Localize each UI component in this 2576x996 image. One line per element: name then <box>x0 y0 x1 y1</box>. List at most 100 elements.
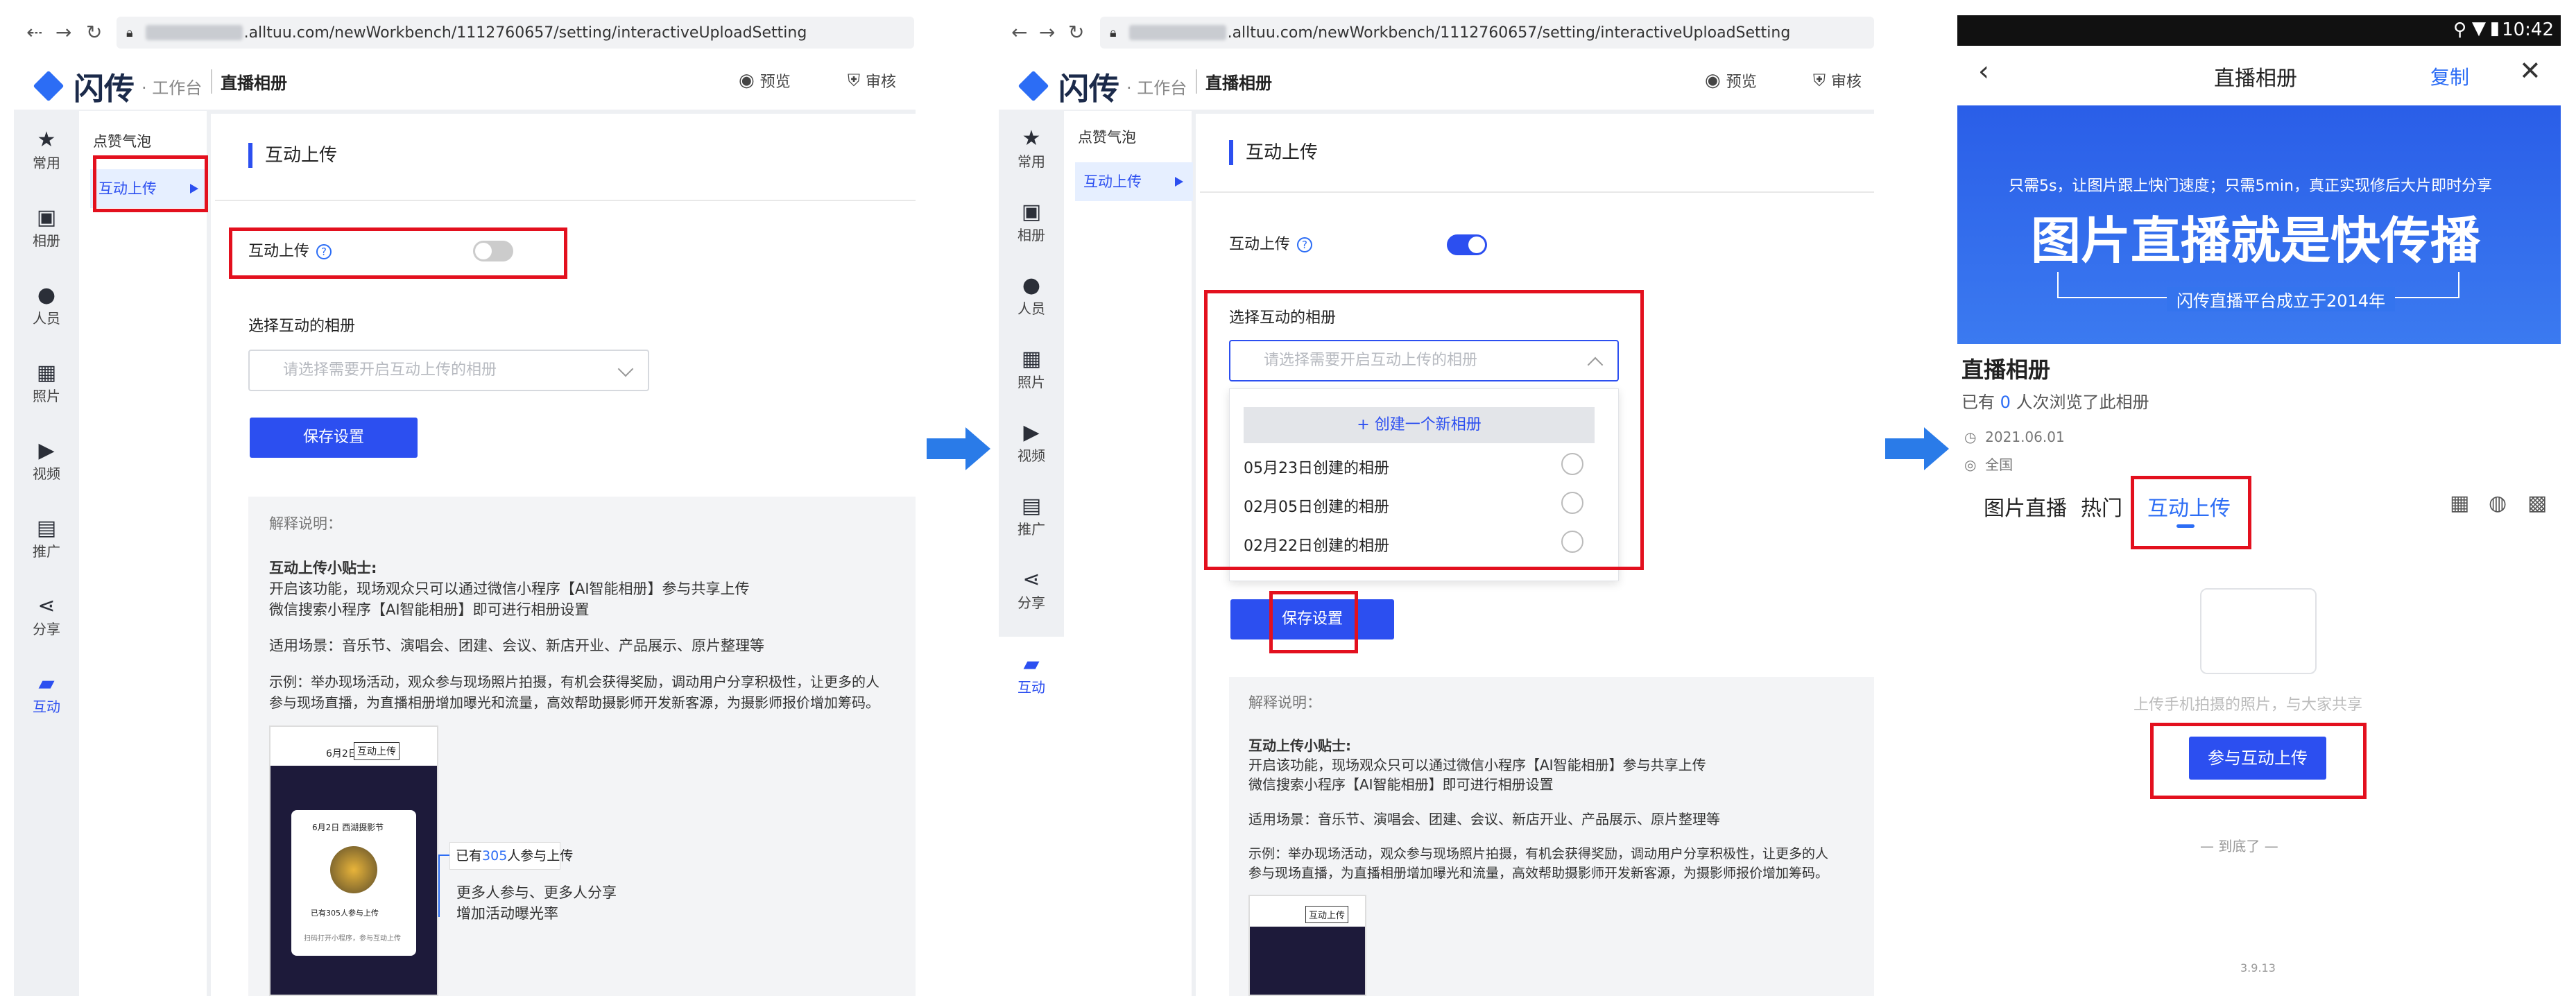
select-label: 选择互动的相册 <box>248 318 356 335</box>
rail-item-common[interactable]: ★ 常用 <box>999 126 1064 171</box>
video-icon: ▶ <box>38 438 55 463</box>
album-select[interactable]: 请选择需要开启互动上传的相册 <box>1229 340 1619 381</box>
toggle-label: 互动上传? <box>1229 232 1313 254</box>
image-icon: ▣ <box>1021 200 1042 224</box>
rail-item-album[interactable]: ▣ 相册 <box>999 200 1064 244</box>
qrcode-icon[interactable]: ▦ <box>2450 491 2469 515</box>
rail-item-common[interactable]: ★ 常用 <box>14 128 79 172</box>
url-redacted <box>1128 25 1226 40</box>
album-dropdown: + 创建一个新相册 05月23日创建的相册 02月05日创建的相册 02月22日… <box>1229 388 1619 581</box>
toggle-knob <box>1468 237 1485 253</box>
app-title: 直播相册 <box>1196 69 1272 94</box>
person-icon: ● <box>37 283 56 307</box>
chevron-down-icon <box>617 361 634 377</box>
back-arrow-icon[interactable]: ⇠ <box>26 21 42 44</box>
address-bar[interactable]: 🔒︎ .alltuu.com/newWorkbench/1112760657/s… <box>117 17 914 49</box>
rail-item-photos[interactable]: ▦ 照片 <box>999 347 1064 391</box>
join-upload-button[interactable]: 参与互动上传 <box>2189 737 2326 780</box>
grid-icon[interactable]: ▩ <box>2527 491 2547 515</box>
rail-item-promote[interactable]: ▤ 推广 <box>999 494 1064 538</box>
back-arrow-icon[interactable]: ← <box>1011 21 1027 44</box>
interactive-upload-toggle[interactable] <box>473 241 513 261</box>
example-line1: 示例：举办现场活动，观众参与现场照片拍摄，有机会获得奖励，调动用户分享积极性，让… <box>269 673 879 690</box>
submenu-item-interactive-upload[interactable]: 互动上传 <box>1075 162 1193 201</box>
forward-arrow-icon[interactable]: → <box>55 21 71 44</box>
section-title: 互动上传 <box>248 143 337 168</box>
rail-item-video[interactable]: ▶ 视频 <box>14 438 79 483</box>
reload-icon[interactable]: ↻ <box>86 21 102 44</box>
album-option-3[interactable]: 02月22日创建的相册 <box>1244 533 1389 556</box>
rail-item-people[interactable]: ● 人员 <box>14 283 79 327</box>
help-icon[interactable]: ? <box>316 244 332 259</box>
explanation-box: 解释说明： 互动上传小贴士: 开启该功能，现场观众只可以通过微信小程序【AI智能… <box>248 497 916 996</box>
screenshot-panel-1: ⇠ → ↻ 🔒︎ .alltuu.com/newWorkbench/111276… <box>0 0 916 996</box>
share-icon: ⋖ <box>37 594 55 618</box>
tip-line1: 开启该功能，现场观众只可以通过微信小程序【AI智能相册】参与共享上传 <box>269 581 750 597</box>
rail-item-album[interactable]: ▣ 相册 <box>14 205 79 250</box>
shield-icon: ⛨ <box>1813 71 1826 90</box>
tab-hot[interactable]: 热门 <box>2081 491 2122 522</box>
album-select[interactable]: 请选择需要开启互动上传的相册 <box>248 350 649 391</box>
rail-item-interact[interactable]: ▰ 互动 <box>14 671 79 716</box>
review-button[interactable]: ⛨ 审核 <box>1813 69 1862 92</box>
logo: 闪传 · 工作台 <box>33 64 202 108</box>
create-album-button[interactable]: + 创建一个新相册 <box>1244 407 1595 443</box>
save-button[interactable]: 保存设置 <box>250 418 418 458</box>
version: 3.9.13 <box>2240 961 2276 974</box>
review-button[interactable]: ⛨ 审核 <box>848 69 896 92</box>
radio-icon[interactable] <box>1561 492 1583 514</box>
tip-title: 互动上传小贴士: <box>1248 737 1351 754</box>
mini-phone-preview: 互动上传 <box>1248 895 1366 996</box>
help-icon[interactable]: ? <box>1297 237 1313 252</box>
submenu-item-interactive-upload[interactable]: 互动上传 <box>90 169 208 208</box>
url-text: .alltuu.com/newWorkbench/1112760657/sett… <box>1227 24 1791 42</box>
callout-line2: 增加活动曝光率 <box>456 905 558 922</box>
photo-icon: ▦ <box>1021 347 1042 371</box>
icon-rail: ★ 常用 ▣ 相册 ● 人员 ▦ 照片 ▶ 视频 ▤ 推广 ⋖ 分享 <box>999 110 1064 637</box>
rail-item-photos[interactable]: ▦ 照片 <box>14 361 79 405</box>
rail-item-share[interactable]: ⋖ 分享 <box>14 594 79 638</box>
tab-interactive-upload[interactable]: 互动上传 <box>2147 491 2231 522</box>
save-button[interactable]: 保存设置 <box>1230 599 1394 639</box>
section-divider <box>1200 191 1874 193</box>
album-option-1[interactable]: 05月23日创建的相册 <box>1244 456 1389 478</box>
rail-item-video[interactable]: ▶ 视频 <box>999 420 1064 465</box>
select-label: 选择互动的相册 <box>1229 309 1337 327</box>
back-icon[interactable]: ‹ <box>1978 55 1989 87</box>
close-icon[interactable]: ✕ <box>2519 55 2541 86</box>
tab-live[interactable]: 图片直播 <box>1984 491 2067 522</box>
album-option-2[interactable]: 02月05日创建的相册 <box>1244 495 1389 517</box>
mini-tab: 互动上传 <box>1305 906 1349 923</box>
image-icon: ▣ <box>36 205 57 230</box>
radio-icon[interactable] <box>1561 531 1583 553</box>
rail-item-promote[interactable]: ▤ 推广 <box>14 516 79 560</box>
reload-icon[interactable]: ↻ <box>1068 21 1084 44</box>
preview-button[interactable]: ◉ 预览 <box>1705 69 1757 92</box>
shield-icon: ⛨ <box>848 71 860 90</box>
address-bar[interactable]: 🔒︎ .alltuu.com/newWorkbench/1112760657/s… <box>1100 17 1874 49</box>
chat-icon: ▰ <box>1023 652 1040 676</box>
date-line: ◷ 2021.06.01 <box>1964 429 2065 445</box>
interactive-upload-toggle[interactable] <box>1447 234 1487 255</box>
clock: 10:42 <box>2502 19 2554 40</box>
forward-arrow-icon[interactable]: → <box>1039 21 1055 44</box>
submenu-item-like-bubble[interactable]: 点赞气泡 <box>1078 126 1136 147</box>
copy-link[interactable]: 复制 <box>2430 62 2469 90</box>
preview-button[interactable]: ◉ 预览 <box>739 69 791 92</box>
globe-icon[interactable]: ◍ <box>2489 491 2507 515</box>
rail-item-people[interactable]: ● 人员 <box>999 273 1064 318</box>
banner-sub-text: 闪传直播平台成立于2014年 <box>2167 287 2396 311</box>
submenu: 点赞气泡 互动上传 <box>1064 111 1196 996</box>
radio-icon[interactable] <box>1561 453 1583 475</box>
video-icon: ▶ <box>1023 420 1040 445</box>
rail-item-interact[interactable]: ▰ 互动 <box>999 652 1064 696</box>
lock-icon: 🔒︎ <box>126 25 133 40</box>
battery-icon: ▮ <box>2489 18 2500 39</box>
banner-main-text: 图片直播就是快传播 <box>2031 212 2481 270</box>
mini-card: 6月2日 西湖摄影节 已有305人参与上传 扫码打开小程序，参与互动上传 <box>291 810 416 956</box>
rail-item-share[interactable]: ⋖ 分享 <box>999 567 1064 612</box>
submenu-item-like-bubble[interactable]: 点赞气泡 <box>93 130 151 151</box>
chart-icon: ▤ <box>1021 494 1042 518</box>
logo-text: 闪传 <box>1058 71 1119 107</box>
mini-card-title: 6月2日 西湖摄影节 <box>312 823 384 832</box>
